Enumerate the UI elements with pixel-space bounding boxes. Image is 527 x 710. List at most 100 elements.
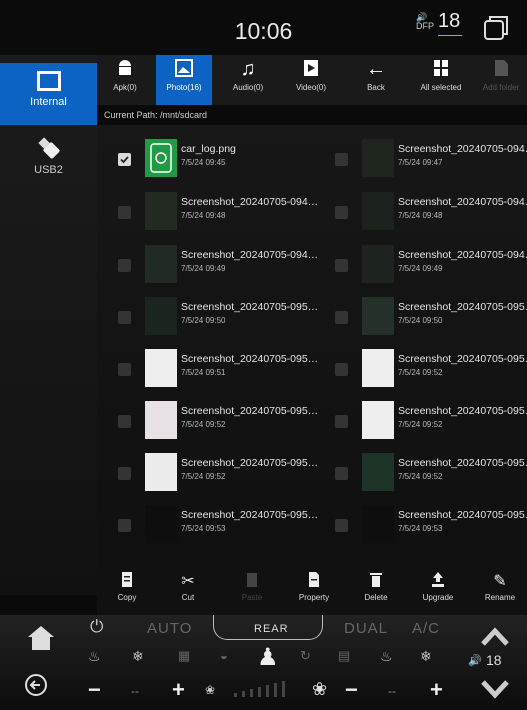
rename-button[interactable]: ✎ Rename [473,571,527,602]
storage-internal[interactable]: Internal [0,63,97,125]
passenger-temp-plus[interactable]: + [430,677,443,703]
file-item[interactable]: Screenshot_20240705-095… 7/5/24 09:52 [335,449,527,499]
file-item[interactable]: Screenshot_20240705-094… 7/5/24 09:48 [118,188,323,238]
seat-vent-driver-icon[interactable]: ❄ [132,648,144,665]
tab-apk[interactable]: Apk(0) [97,55,153,105]
file-thumbnail [145,245,177,283]
chevron-up-icon[interactable] [480,625,510,647]
tab-audio[interactable]: ♫ Audio(0) [220,55,276,105]
home-icon[interactable] [26,623,56,653]
file-checkbox[interactable] [335,415,348,428]
passenger-temp-minus[interactable]: − [345,677,358,703]
front-defrost-icon[interactable]: ◒ [220,648,228,663]
tab-photo[interactable]: Photo(16) [156,55,212,105]
file-item[interactable]: Screenshot_20240705-095… 7/5/24 09:53 [335,501,527,551]
file-checkbox[interactable] [335,259,348,272]
storage-usb2[interactable]: USB2 [0,127,97,189]
fan-low-icon[interactable]: ❀ [205,683,215,697]
file-name: Screenshot_20240705-094… [398,196,527,208]
driver-temp-minus[interactable]: − [88,677,101,703]
file-item[interactable]: Screenshot_20240705-095… 7/5/24 09:50 [118,293,323,343]
driver-temp-plus[interactable]: + [172,677,185,703]
action-label: Rename [484,593,516,602]
file-checkbox[interactable] [118,206,131,219]
file-item[interactable]: Screenshot_20240705-095… 7/5/24 09:51 [118,345,323,395]
file-date: 7/5/24 09:52 [181,420,226,429]
file-checkbox[interactable] [118,363,131,376]
file-name: Screenshot_20240705-095… [181,457,319,469]
file-item[interactable]: Screenshot_20240705-095… 7/5/24 09:52 [335,345,527,395]
file-checkbox[interactable] [118,311,131,324]
back-button[interactable]: ← Back [348,55,404,105]
volume-level: 18 [438,10,461,32]
file-checkbox[interactable] [118,259,131,272]
cut-button[interactable]: ✂ Cut [161,571,215,602]
fan-high-icon[interactable]: ❀ [312,679,327,700]
copy-button[interactable]: Copy [100,571,154,602]
select-all-icon [410,55,472,83]
file-checkbox[interactable] [118,467,131,480]
delete-button[interactable]: Delete [349,571,403,602]
volume-sub-label: DFP [416,21,434,31]
file-name: Screenshot_20240705-095… [398,301,527,313]
file-item[interactable]: car_log.png 7/5/24 09:45 [118,135,323,185]
volume-indicator[interactable]: 🔊 DFP [416,13,434,31]
action-label: Property [298,593,330,602]
file-checkbox[interactable] [335,206,348,219]
upgrade-button[interactable]: Upgrade [411,571,465,602]
driver-temp-value: -- [131,684,139,698]
file-name: Screenshot_20240705-095… [181,301,319,313]
file-checkbox[interactable] [335,153,348,166]
file-checkbox[interactable] [118,153,131,166]
file-name: Screenshot_20240705-095… [398,353,527,365]
music-icon: ♫ [240,58,256,80]
ac-button[interactable]: A/C [412,620,440,637]
airflow-mode-icon[interactable]: ♟ [257,643,279,672]
chevron-down-icon[interactable] [480,679,510,701]
file-item[interactable]: Screenshot_20240705-095… 7/5/24 09:53 [118,501,323,551]
rear-defrost-icon[interactable]: ▦ [178,648,190,664]
file-checkbox[interactable] [335,467,348,480]
file-name: Screenshot_20240705-095… [398,457,527,469]
power-icon[interactable]: ⏻ [90,617,103,637]
back-circle-icon[interactable] [24,673,48,697]
file-checkbox[interactable] [335,311,348,324]
file-thumbnail [145,192,177,230]
paste-button[interactable]: Paste [225,571,279,602]
auto-button[interactable]: AUTO [147,620,192,637]
file-date: 7/5/24 09:49 [181,264,226,273]
file-item[interactable]: Screenshot_20240705-094… 7/5/24 09:49 [335,241,527,291]
select-all-button[interactable]: All selected [410,55,472,105]
file-checkbox[interactable] [118,415,131,428]
dual-button[interactable]: DUAL [344,620,388,637]
file-item[interactable]: Screenshot_20240705-095… 7/5/24 09:50 [335,293,527,343]
photo-icon [156,55,212,83]
rear-button[interactable]: REAR [254,623,289,635]
file-item[interactable]: Screenshot_20240705-094… 7/5/24 09:48 [335,188,527,238]
file-name: Screenshot_20240705-095… [181,353,319,365]
file-item[interactable]: Screenshot_20240705-094… 7/5/24 09:49 [118,241,323,291]
file-item[interactable]: Screenshot_20240705-095… 7/5/24 09:52 [118,449,323,499]
file-checkbox[interactable] [118,519,131,532]
file-checkbox[interactable] [335,363,348,376]
file-item[interactable]: Screenshot_20240705-095… 7/5/24 09:52 [335,397,527,447]
android-icon [97,55,153,83]
tab-video[interactable]: Video(0) [283,55,339,105]
seat-vent-passenger-icon[interactable]: ❄ [420,648,432,665]
tab-label: Photo(16) [166,83,202,92]
file-name: Screenshot_20240705-095… [398,509,527,521]
file-item[interactable]: Screenshot_20240705-094… 7/5/24 09:47 [335,135,527,185]
property-button[interactable]: Property [287,571,341,602]
file-thumbnail [362,245,394,283]
seat-heat-driver-icon[interactable]: ♨ [88,648,101,665]
recirculation-icon[interactable]: ↻ [300,648,311,664]
action-label: Upgrade [422,593,454,602]
multiwindow-icon[interactable] [482,14,510,42]
file-checkbox[interactable] [335,519,348,532]
seat-heat-passenger-icon[interactable]: ♨ [380,648,393,665]
outside-air-icon[interactable]: ▤ [338,648,350,664]
video-icon [283,55,339,83]
file-item[interactable]: Screenshot_20240705-095… 7/5/24 09:52 [118,397,323,447]
file-date: 7/5/24 09:51 [181,368,226,377]
add-folder-button[interactable]: Add folder [475,55,527,105]
